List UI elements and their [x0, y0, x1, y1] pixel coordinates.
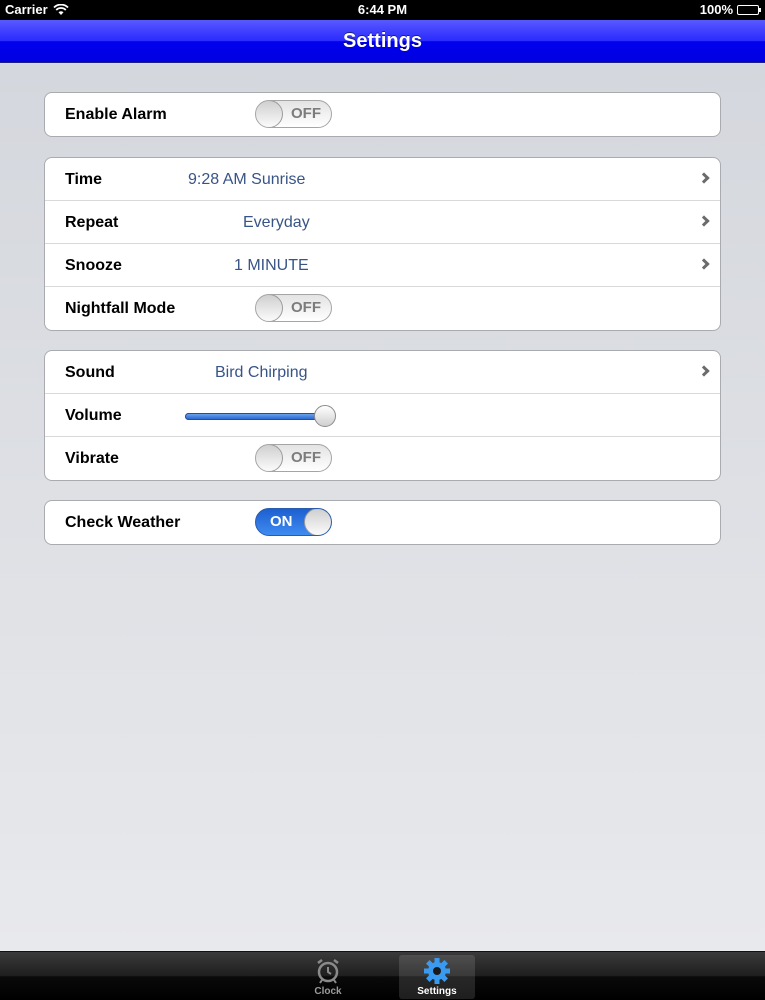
toggle-state: ON	[270, 513, 293, 530]
volume-slider[interactable]	[185, 405, 336, 427]
nightfall-mode-row: Nightfall Mode OFF	[45, 287, 720, 330]
vibrate-toggle[interactable]: OFF	[255, 444, 332, 472]
toggle-state: OFF	[291, 105, 321, 122]
sound-value: Bird Chirping	[215, 364, 308, 381]
status-right: 100%	[699, 2, 761, 17]
snooze-value: 1 MINUTE	[234, 257, 309, 274]
slider-fill	[185, 413, 325, 420]
sound-row[interactable]: Sound Bird Chirping	[45, 351, 720, 394]
battery-icon	[737, 4, 761, 15]
repeat-value: Everyday	[243, 214, 310, 231]
toggle-knob	[256, 295, 283, 321]
enable-alarm-row: Enable Alarm OFF	[45, 93, 720, 136]
tab-clock[interactable]: Clock	[290, 955, 366, 999]
enable-alarm-toggle[interactable]: OFF	[255, 100, 332, 128]
slider-thumb[interactable]	[314, 405, 336, 427]
alarm-group: Enable Alarm OFF	[44, 92, 721, 137]
toggle-knob	[256, 445, 283, 471]
chevron-right-icon	[698, 215, 710, 227]
toggle-knob	[304, 509, 331, 535]
sound-label: Sound	[65, 364, 115, 381]
chevron-right-icon	[698, 365, 710, 377]
toggle-state: OFF	[291, 299, 321, 316]
volume-label: Volume	[65, 407, 122, 424]
nightfall-mode-label: Nightfall Mode	[65, 300, 176, 317]
tab-label: Clock	[314, 986, 342, 997]
check-weather-toggle[interactable]: ON	[255, 508, 332, 536]
vibrate-label: Vibrate	[65, 450, 119, 467]
status-bar: Carrier 6:44 PM 100%	[0, 0, 765, 20]
gear-icon	[424, 958, 450, 984]
alarm-clock-icon	[317, 959, 339, 984]
status-time: 6:44 PM	[357, 2, 408, 17]
volume-row: Volume	[45, 394, 720, 437]
enable-alarm-label: Enable Alarm	[65, 106, 167, 123]
snooze-row[interactable]: Snooze 1 MINUTE	[45, 244, 720, 287]
toggle-knob	[256, 101, 283, 127]
sound-group: Sound Bird Chirping Volume Vibrate OFF	[44, 350, 721, 481]
time-value: 9:28 AM Sunrise	[188, 171, 306, 188]
vibrate-row: Vibrate OFF	[45, 437, 720, 480]
battery-percent: 100%	[699, 2, 733, 17]
settings-content: Enable Alarm OFF Time 9:28 AM Sunrise Re…	[0, 64, 765, 951]
check-weather-label: Check Weather	[65, 514, 181, 531]
time-row[interactable]: Time 9:28 AM Sunrise	[45, 158, 720, 201]
nightfall-mode-toggle[interactable]: OFF	[255, 294, 332, 322]
time-label: Time	[65, 171, 103, 188]
tab-bar: Clock Settings	[0, 951, 765, 1000]
tab-settings[interactable]: Settings	[399, 955, 475, 999]
toggle-state: OFF	[291, 449, 321, 466]
schedule-group: Time 9:28 AM Sunrise Repeat Everyday Sno…	[44, 157, 721, 331]
tab-label: Settings	[417, 986, 457, 997]
repeat-row[interactable]: Repeat Everyday	[45, 201, 720, 244]
page-title: Settings	[343, 30, 422, 52]
navigation-bar: Settings	[0, 20, 765, 63]
chevron-right-icon	[698, 258, 710, 270]
check-weather-row: Check Weather ON	[45, 501, 720, 544]
chevron-right-icon	[698, 172, 710, 184]
weather-group: Check Weather ON	[44, 500, 721, 545]
snooze-label: Snooze	[65, 257, 122, 274]
repeat-label: Repeat	[65, 214, 119, 231]
